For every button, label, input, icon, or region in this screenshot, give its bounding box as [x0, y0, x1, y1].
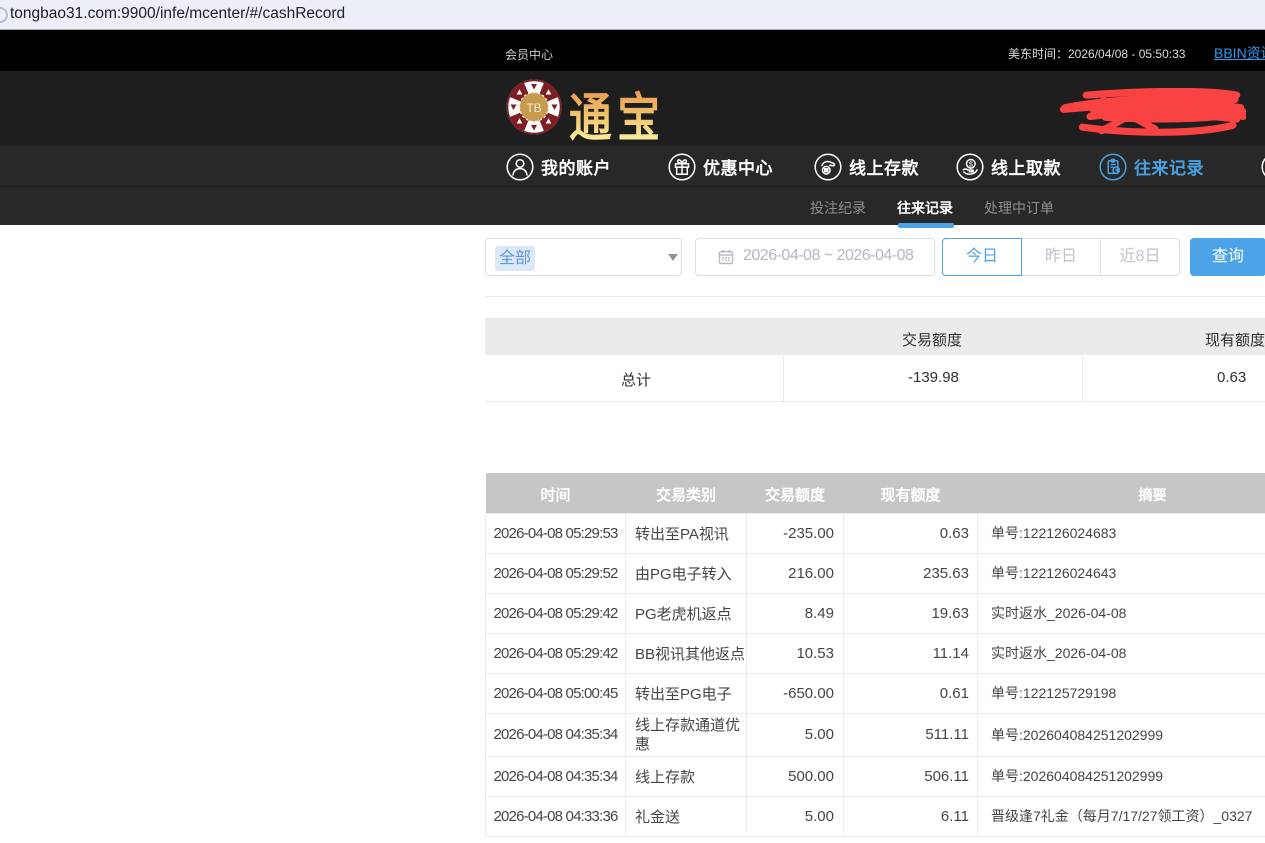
svg-text:TB: TB — [526, 101, 541, 115]
